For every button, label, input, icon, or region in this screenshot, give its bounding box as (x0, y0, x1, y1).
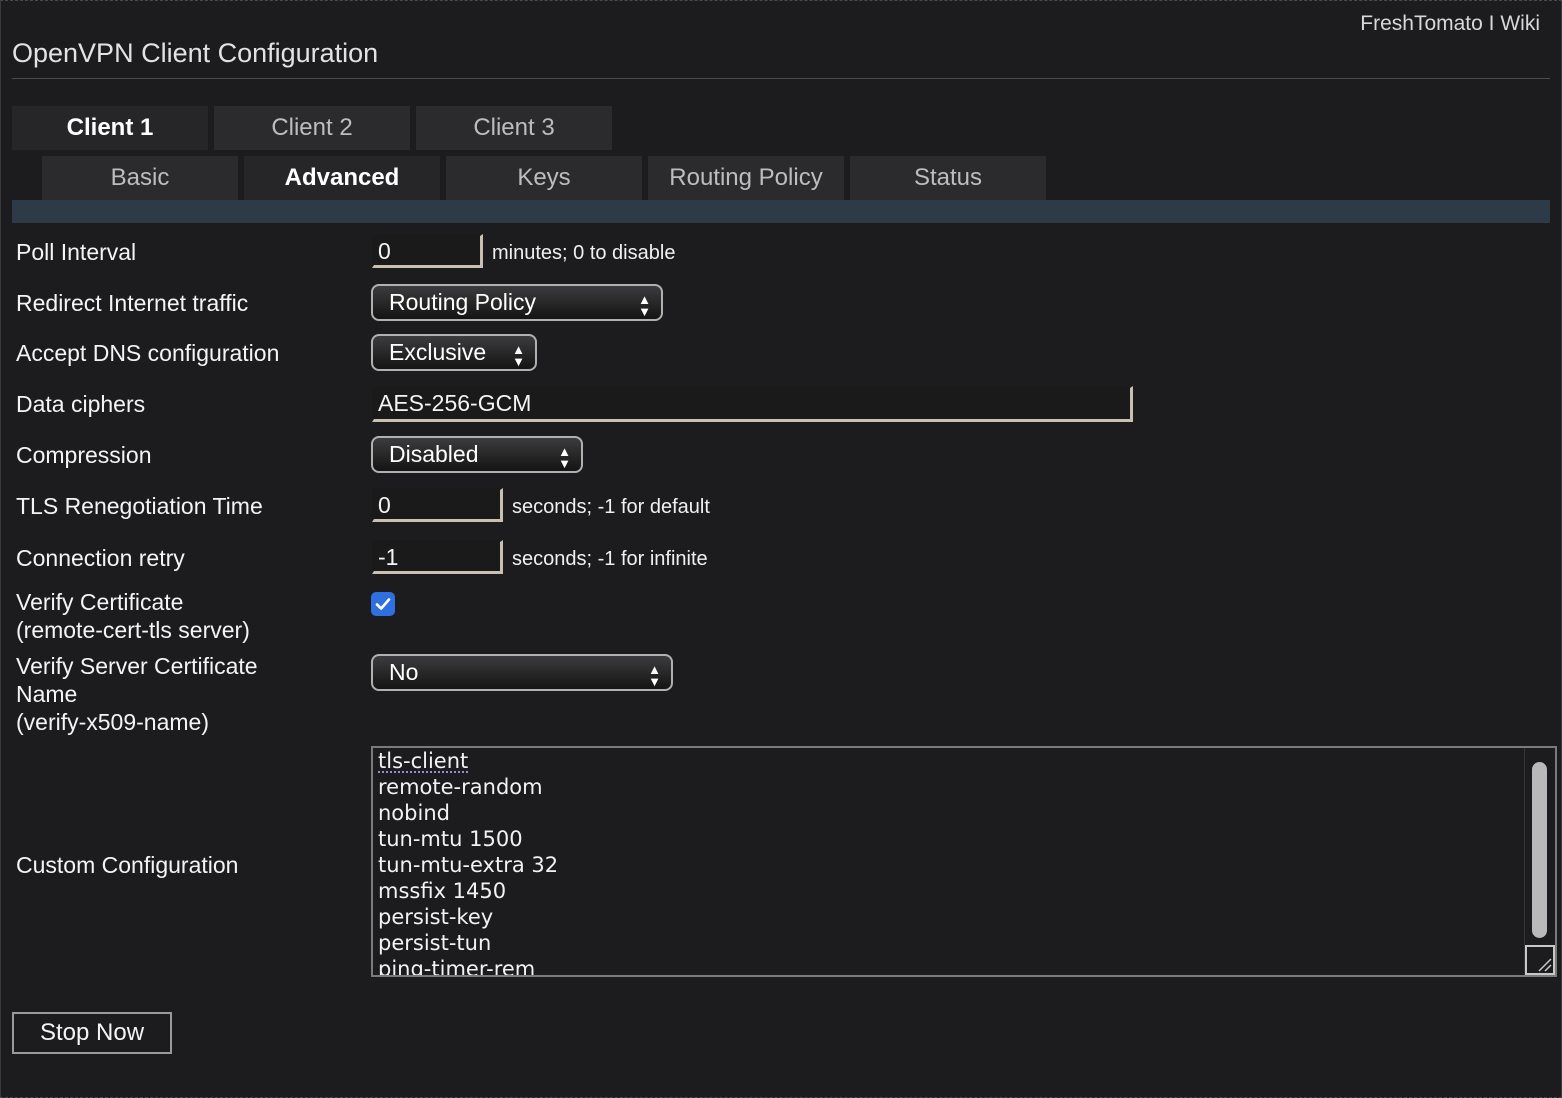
config-line: remote-random (378, 775, 543, 799)
redirect-internet-label: Redirect Internet traffic (16, 290, 249, 316)
wiki-link[interactable]: Wiki (1500, 12, 1540, 35)
verify-server-name-select[interactable]: No ▲ ▼ (371, 654, 673, 691)
tab-routing-policy[interactable]: Routing Policy (648, 156, 844, 200)
config-line: tun-mtu 1500 (378, 827, 523, 851)
page-title: OpenVPN Client Configuration (12, 38, 379, 68)
custom-config-label: Custom Configuration (16, 852, 239, 878)
tab-status[interactable]: Status (850, 156, 1046, 200)
verify-cert-checkbox[interactable] (371, 592, 395, 616)
tab-client-1[interactable]: Client 1 (12, 106, 208, 150)
link-separator: I (1488, 12, 1495, 35)
select-arrows-icon: ▲ ▼ (512, 342, 525, 369)
resize-handle-icon[interactable] (1525, 945, 1555, 975)
verify-cert-label-line1: Verify Certificate (16, 589, 184, 615)
tab-advanced[interactable]: Advanced (244, 156, 440, 200)
resize-grip-icon (1538, 958, 1552, 972)
tls-reneg-label: TLS Renegotiation Time (16, 493, 263, 519)
verify-server-name-label-line1: Verify Server Certificate (16, 653, 258, 679)
config-line: tun-mtu-extra 32 (378, 853, 559, 877)
checkmark-icon (375, 598, 391, 610)
compression-select[interactable]: Disabled ▲ ▼ (371, 436, 583, 473)
poll-interval-input[interactable]: 0 (372, 234, 483, 268)
verify-server-name-value: No (389, 659, 419, 685)
compression-label: Compression (16, 442, 152, 468)
tab-basic[interactable]: Basic (42, 156, 238, 200)
top-links: FreshTomato I Wiki (1360, 12, 1540, 36)
redirect-internet-value: Routing Policy (389, 289, 537, 315)
verify-cert-label: Verify Certificate (remote-cert-tls serv… (16, 588, 250, 644)
tls-reneg-input[interactable]: 0 (372, 488, 503, 522)
poll-interval-label: Poll Interval (16, 239, 137, 265)
select-arrows-icon: ▲ ▼ (638, 292, 651, 319)
select-arrows-icon: ▲ ▼ (558, 444, 571, 471)
title-divider (12, 78, 1550, 79)
accept-dns-value: Exclusive (389, 339, 487, 365)
custom-config-lines: tls-client remote-random nobind tun-mtu … (378, 748, 559, 977)
custom-config-textarea[interactable]: tls-client remote-random nobind tun-mtu … (371, 746, 1557, 977)
tab-client-3[interactable]: Client 3 (416, 106, 612, 150)
connection-retry-hint: seconds; -1 for infinite (512, 548, 708, 570)
stop-now-button[interactable]: Stop Now (12, 1012, 172, 1054)
redirect-internet-select[interactable]: Routing Policy ▲ ▼ (371, 284, 663, 321)
config-line: tls-client (378, 749, 469, 773)
tab-keys[interactable]: Keys (446, 156, 642, 200)
select-arrows-icon: ▲ ▼ (648, 662, 661, 689)
connection-retry-input[interactable]: -1 (372, 540, 503, 574)
compression-value: Disabled (389, 441, 479, 467)
config-line: persist-tun (378, 931, 492, 955)
config-line: nobind (378, 801, 450, 825)
tab-client-2[interactable]: Client 2 (214, 106, 410, 150)
accept-dns-select[interactable]: Exclusive ▲ ▼ (371, 334, 537, 371)
config-line: persist-key (378, 905, 494, 929)
textarea-scrollbar[interactable] (1524, 748, 1555, 975)
freshtomato-link[interactable]: FreshTomato (1360, 12, 1483, 35)
verify-server-name-label-line3: (verify-x509-name) (16, 709, 209, 735)
accept-dns-label: Accept DNS configuration (16, 340, 280, 366)
verify-server-name-label: Verify Server Certificate Name (verify-x… (16, 652, 258, 736)
poll-interval-hint: minutes; 0 to disable (492, 242, 676, 264)
verify-cert-label-line2: (remote-cert-tls server) (16, 617, 250, 643)
scrollbar-thumb[interactable] (1532, 762, 1547, 938)
config-line: ping-timer-rem (378, 957, 536, 977)
config-line: mssfix 1450 (378, 879, 507, 903)
connection-retry-label: Connection retry (16, 545, 185, 571)
tls-reneg-hint: seconds; -1 for default (512, 496, 710, 518)
data-ciphers-input[interactable]: AES-256-GCM (372, 386, 1133, 422)
data-ciphers-label: Data ciphers (16, 391, 146, 417)
verify-server-name-label-line2: Name (16, 681, 78, 707)
section-header-bar (12, 200, 1550, 223)
